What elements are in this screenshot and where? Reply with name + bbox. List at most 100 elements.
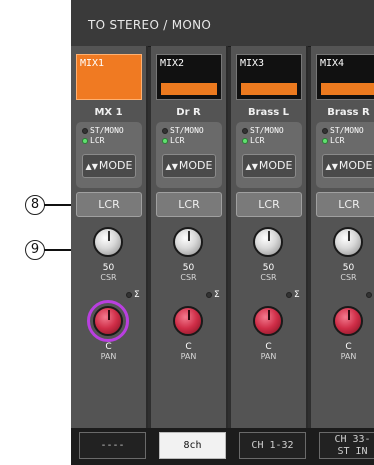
assign-mode-box: ST/MONO LCR ▲▼MODE [156, 122, 222, 188]
up-down-icon: ▲▼ [165, 162, 178, 171]
up-down-icon: ▲▼ [325, 162, 338, 171]
csr-value: 50 [182, 263, 195, 273]
pan-label: PAN [180, 352, 197, 361]
knob-pointer [108, 231, 110, 241]
pan-value: C [345, 342, 352, 352]
st-mono-indicator: ST/MONO [242, 126, 284, 135]
lcr-button[interactable]: LCR [236, 192, 302, 217]
lcr-indicator: LCR [82, 136, 104, 145]
window-title: TO STEREO / MONO [88, 18, 212, 32]
bus-label: MIX4 [320, 58, 345, 69]
led-icon [206, 291, 212, 298]
tab-ch-33-st-in[interactable]: CH 33- ST IN [319, 432, 374, 459]
csr-label: CSR [260, 273, 277, 282]
lcr-indicator: LCR [242, 136, 264, 145]
channel-strip-2: MIX2 Dr R ST/MONO LCR ▲▼MODE LCR 50 CSR … [151, 46, 228, 428]
channel-strip-3: MIX3 Brass L ST/MONO LCR ▲▼MODE LCR 50 C… [231, 46, 308, 428]
knob-pointer [268, 310, 270, 320]
csr-value: 50 [262, 263, 275, 273]
pan-knob[interactable] [333, 306, 363, 336]
st-mono-indicator: ST/MONO [162, 126, 204, 135]
knob-pointer [348, 231, 350, 241]
csr-knob[interactable] [333, 227, 363, 257]
bus-label: MIX3 [240, 58, 265, 69]
pan-label: PAN [340, 352, 357, 361]
sigma-indicator: Σ [286, 290, 300, 300]
led-icon [242, 127, 248, 134]
csr-value: 50 [102, 263, 115, 273]
led-icon [162, 127, 168, 134]
title-bar: TO STEREO / MONO [71, 0, 374, 47]
csr-value: 50 [342, 263, 355, 273]
csr-knob[interactable] [173, 227, 203, 257]
callout-9: 9 [25, 240, 45, 260]
lcr-button[interactable]: LCR [156, 192, 222, 217]
knob-pointer [268, 231, 270, 241]
led-icon [162, 137, 168, 144]
knob-pointer [348, 310, 350, 320]
channel-name: Brass L [247, 107, 290, 118]
led-icon [286, 291, 292, 298]
bus-label: MIX2 [160, 58, 185, 69]
lcr-indicator: LCR [162, 136, 184, 145]
csr-label: CSR [100, 273, 117, 282]
pan-label: PAN [260, 352, 277, 361]
knob-pointer [108, 310, 110, 320]
tab-8ch[interactable]: 8ch [159, 432, 226, 459]
led-icon [82, 137, 88, 144]
bus-select-button-4[interactable]: MIX4 [316, 54, 374, 100]
mode-button[interactable]: ▲▼MODE [322, 154, 374, 178]
mode-button[interactable]: ▲▼MODE [242, 154, 296, 178]
channel-name: MX 1 [94, 107, 123, 118]
lcr-button[interactable]: LCR [316, 192, 374, 217]
channel-select-bar: ---- 8ch CH 1-32 CH 33- ST IN [71, 428, 374, 465]
st-mono-indicator: ST/MONO [82, 126, 124, 135]
csr-label: CSR [340, 273, 357, 282]
assign-mode-box: ST/MONO LCR ▲▼MODE [236, 122, 302, 188]
bus-color-bar [241, 83, 297, 95]
led-icon [82, 127, 88, 134]
assign-mode-box: ST/MONO LCR ▲▼MODE [76, 122, 142, 188]
pan-knob[interactable] [173, 306, 203, 336]
sigma-indicator: Σ [366, 290, 374, 300]
up-down-icon: ▲▼ [85, 162, 98, 171]
tab-ch-1-32[interactable]: CH 1-32 [239, 432, 306, 459]
channel-name: Dr R [176, 107, 201, 118]
bus-select-button-3[interactable]: MIX3 [236, 54, 302, 100]
knob-pointer [188, 231, 190, 241]
pan-value: C [265, 342, 272, 352]
channel-strip-4: MIX4 Brass R ST/MONO LCR ▲▼MODE LCR 50 C… [311, 46, 374, 428]
channel-name: Brass R [327, 107, 370, 118]
bus-select-button-1[interactable]: MIX1 [76, 54, 142, 100]
led-icon [366, 291, 372, 298]
sigma-indicator: Σ [126, 290, 140, 300]
bus-label: MIX1 [80, 58, 105, 69]
up-down-icon: ▲▼ [245, 162, 258, 171]
pan-knob[interactable] [253, 306, 283, 336]
channel-strip-1: MIX1 MX 1 ST/MONO LCR ▲▼MODE LCR 50 CSR … [71, 46, 148, 428]
to-stereo-mono-window: TO STEREO / MONO MIX1 MX 1 ST/MONO LCR ▲… [71, 0, 374, 465]
knob-pointer [188, 310, 190, 320]
assign-mode-box: ST/MONO LCR ▲▼MODE [316, 122, 374, 188]
bus-select-button-2[interactable]: MIX2 [156, 54, 222, 100]
led-icon [126, 291, 132, 298]
mode-button[interactable]: ▲▼MODE [162, 154, 216, 178]
st-mono-indicator: ST/MONO [322, 126, 364, 135]
mode-button[interactable]: ▲▼MODE [82, 154, 136, 178]
pan-value: C [105, 342, 112, 352]
pan-label: PAN [100, 352, 117, 361]
tab-none[interactable]: ---- [79, 432, 146, 459]
pan-knob[interactable] [93, 306, 123, 336]
led-icon [322, 137, 328, 144]
csr-label: CSR [180, 273, 197, 282]
lcr-button[interactable]: LCR [76, 192, 142, 217]
bus-color-bar [321, 83, 374, 95]
lcr-indicator: LCR [322, 136, 344, 145]
bus-color-bar [161, 83, 217, 95]
sigma-indicator: Σ [206, 290, 220, 300]
led-icon [242, 137, 248, 144]
csr-knob[interactable] [253, 227, 283, 257]
csr-knob[interactable] [93, 227, 123, 257]
callout-8: 8 [25, 195, 45, 215]
pan-value: C [185, 342, 192, 352]
